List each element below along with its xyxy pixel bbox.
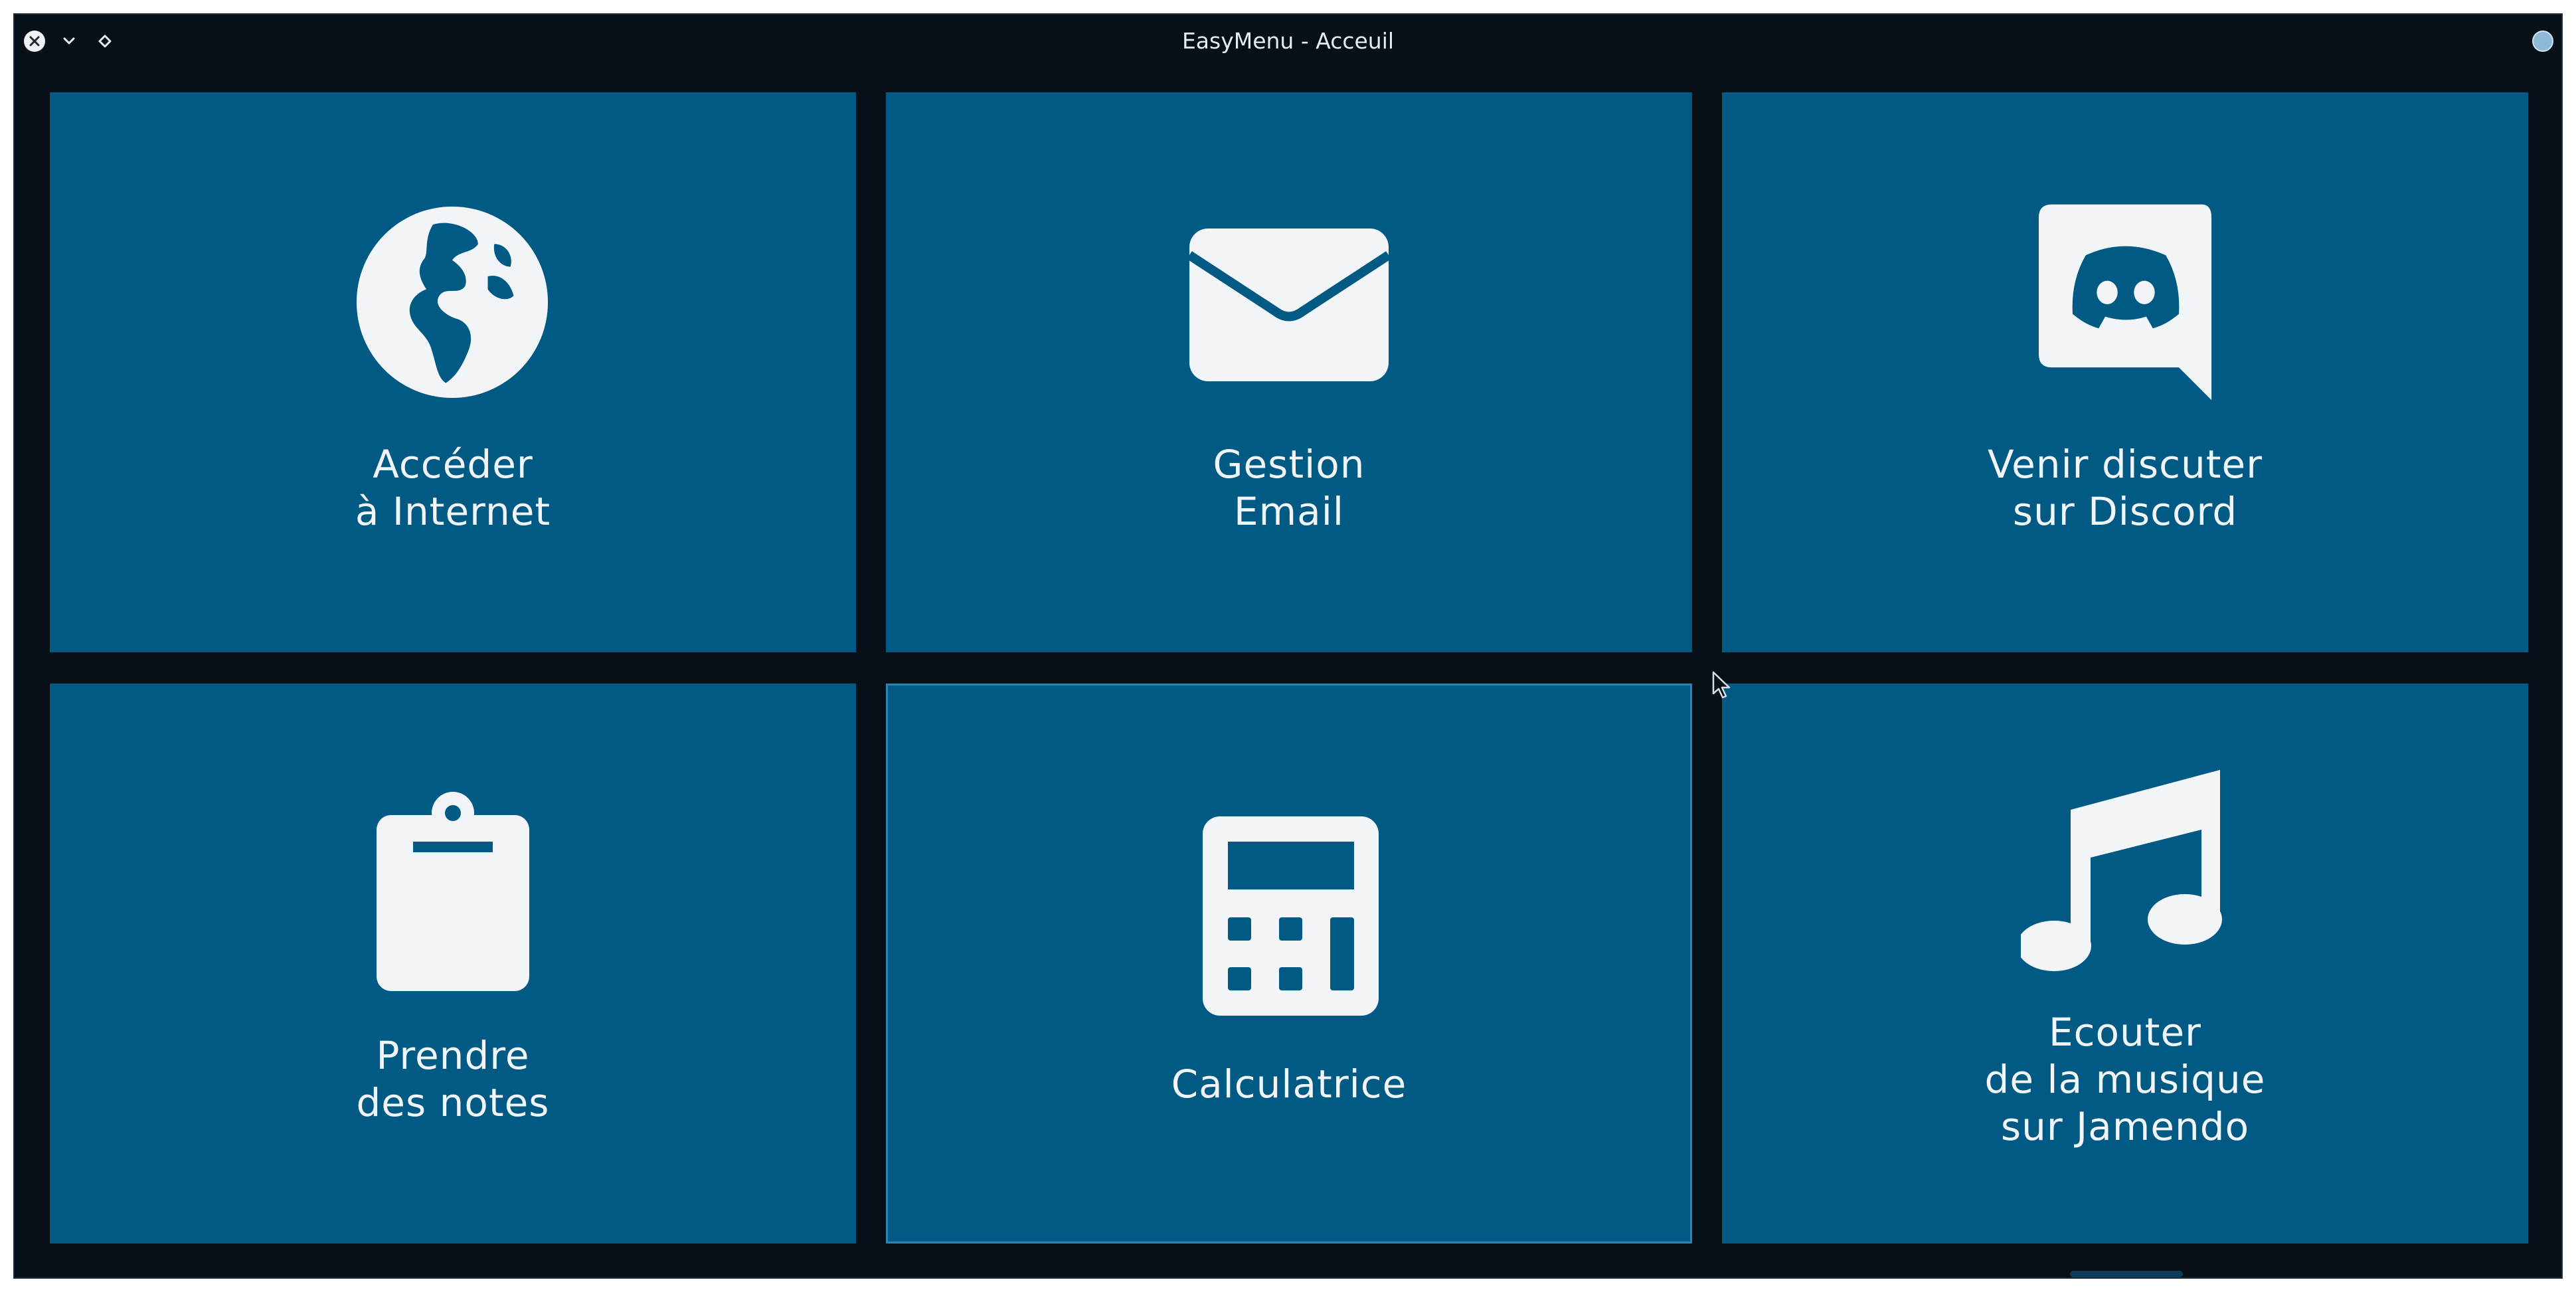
music-note-icon: [2021, 770, 2222, 971]
window-menu-button[interactable]: [2532, 31, 2553, 52]
mouse-cursor-icon: [1712, 671, 1731, 699]
tile-label: Ecouter de la musique sur Jamendo: [1984, 1010, 2266, 1149]
clipboard-icon: [377, 792, 529, 991]
calculator-icon: [1203, 816, 1379, 1016]
tile-label: Venir discuter sur Discord: [1987, 442, 2263, 534]
tile-label: Accéder à Internet: [355, 442, 551, 534]
discord-icon: [2039, 204, 2212, 401]
envelope-icon: [1189, 229, 1389, 381]
app-window: EasyMenu - Acceuil Accéder à Internet Ge…: [13, 13, 2563, 1279]
window-title: EasyMenu - Acceuil: [1181, 28, 1395, 54]
tile-music[interactable]: Ecouter de la musique sur Jamendo: [1722, 684, 2528, 1244]
tile-notes[interactable]: Prendre des notes: [50, 684, 856, 1244]
tile-label: Gestion Email: [1213, 442, 1365, 534]
globe-icon: [356, 206, 549, 399]
tile-discord[interactable]: Venir discuter sur Discord: [1722, 92, 2528, 652]
title-bar: EasyMenu - Acceuil: [15, 15, 2561, 68]
scroll-hint: [2070, 1271, 2183, 1277]
tile-label: Calculatrice: [1171, 1061, 1407, 1107]
tile-label: Prendre des notes: [356, 1033, 550, 1125]
tile-calculator[interactable]: Calculatrice: [886, 684, 1692, 1244]
tile-email[interactable]: Gestion Email: [886, 92, 1692, 652]
tile-internet[interactable]: Accéder à Internet: [50, 92, 856, 652]
